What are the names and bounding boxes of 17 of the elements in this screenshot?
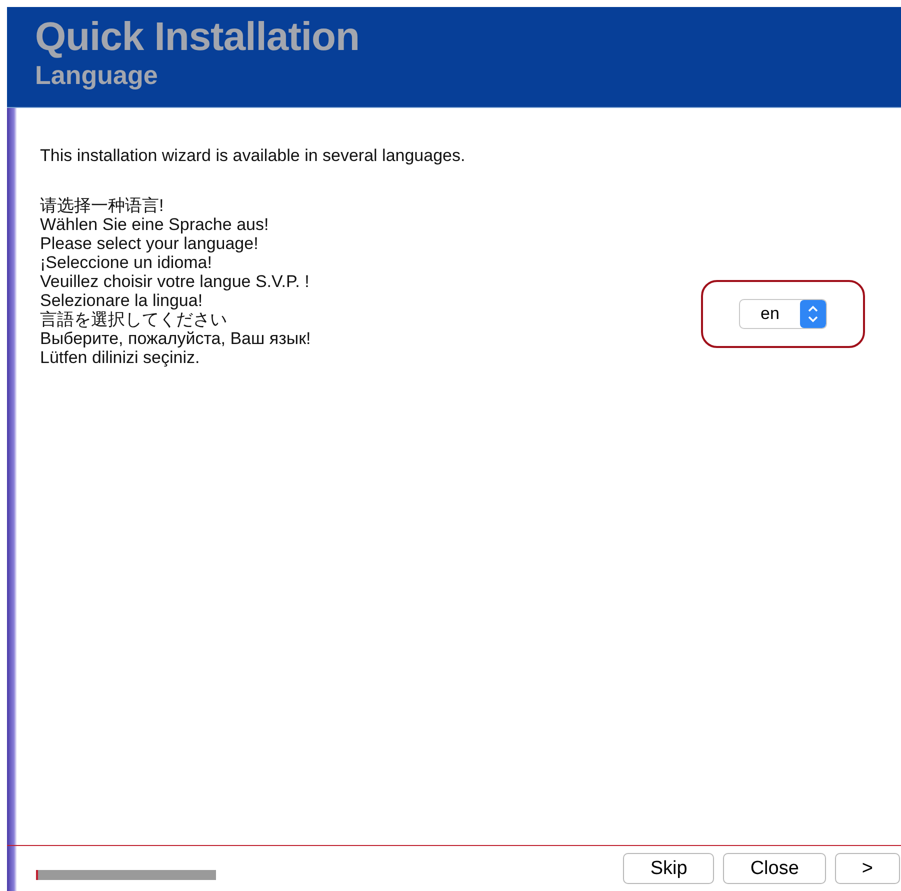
language-prompt: 言語を選択してください	[40, 310, 228, 329]
wizard-button[interactable]: Skip	[623, 853, 714, 884]
language-prompt: Please select your language!	[40, 234, 260, 253]
language-prompt: Выберите, пожалуйста, Ваш язык!	[40, 329, 312, 348]
wizard-button[interactable]: >	[834, 853, 900, 884]
window-title: Quick Installation	[35, 15, 360, 59]
intro-text: This installation wizard is available in several languages.	[40, 146, 466, 166]
language-prompt: Lütfen dilinizi seçiniz.	[40, 348, 201, 367]
page-subtitle: Language	[35, 59, 159, 91]
language-prompt: ¡Seleccione un idioma!	[40, 253, 213, 272]
language-select[interactable]: en	[739, 299, 827, 329]
language-prompt: Selezionare la lingua!	[40, 291, 204, 310]
language-prompt: Wählen Sie eine Sprache aus!	[40, 215, 270, 234]
chevron-icon	[800, 300, 826, 328]
language-prompt: Veuillez choisir votre langue S.V.P. !	[40, 272, 310, 291]
language-prompt: 请选择一种语言!	[40, 196, 165, 215]
wizard-button[interactable]: Close	[723, 853, 826, 884]
